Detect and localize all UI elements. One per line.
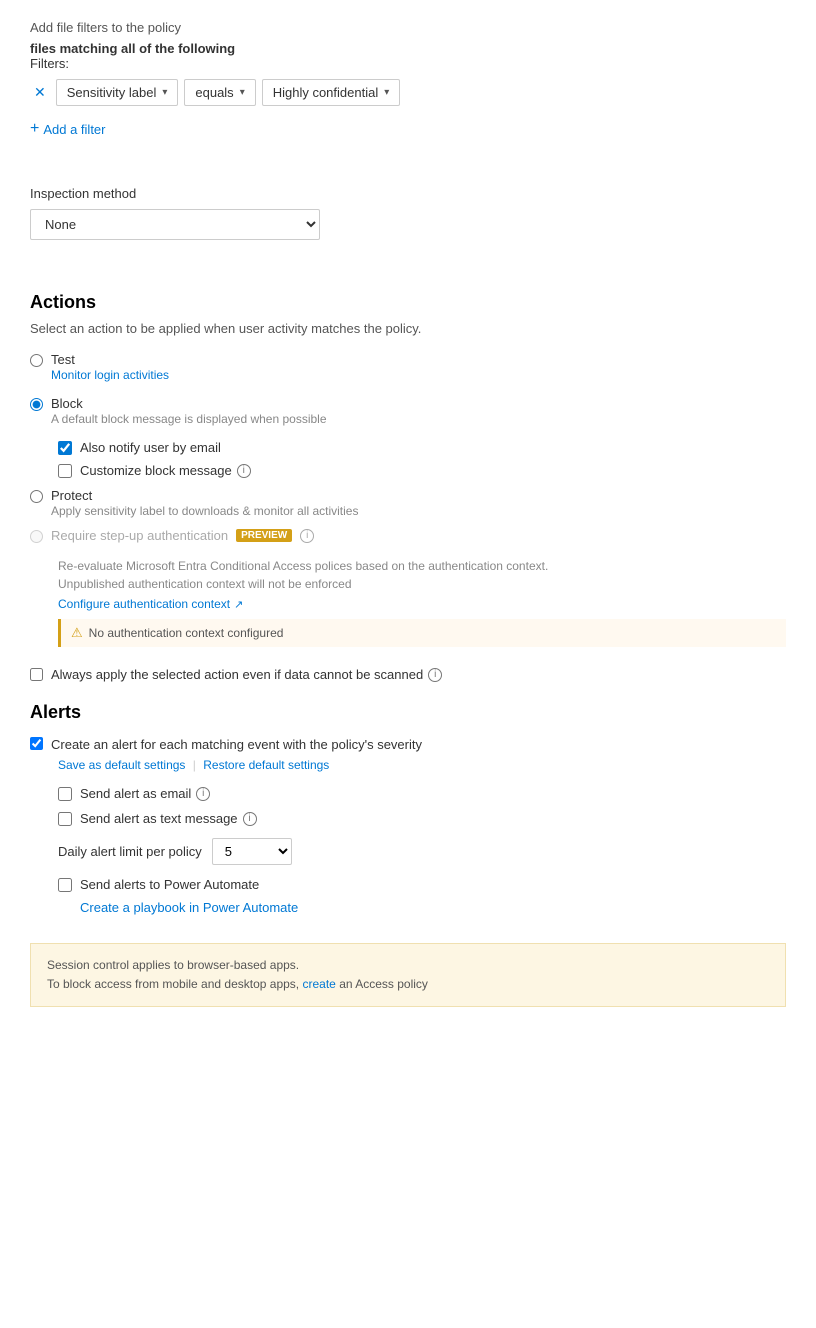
block-sublabel: A default block message is displayed whe… bbox=[51, 412, 327, 426]
create-alert-checkbox[interactable] bbox=[30, 737, 43, 750]
protect-radio[interactable] bbox=[30, 490, 43, 503]
equals-dropdown[interactable]: equals ▾ bbox=[184, 79, 255, 106]
restore-default-link[interactable]: Restore default settings bbox=[203, 758, 329, 772]
external-link-icon: ↗ bbox=[234, 598, 243, 611]
remove-filter-button[interactable]: ✕ bbox=[30, 82, 50, 103]
protect-option: Protect Apply sensitivity label to downl… bbox=[30, 488, 786, 518]
step-up-option: Require step-up authentication PREVIEW i bbox=[30, 528, 786, 543]
equals-text: equals bbox=[195, 85, 233, 100]
create-alert-row: Create an alert for each matching event … bbox=[30, 737, 786, 752]
notify-email-checkbox[interactable] bbox=[58, 441, 72, 455]
sensitivity-label-dropdown[interactable]: Sensitivity label ▾ bbox=[56, 79, 179, 106]
step-up-label[interactable]: Require step-up authentication bbox=[51, 528, 228, 543]
send-text-row: Send alert as text message i bbox=[58, 811, 786, 826]
filter-value-text: Highly confidential bbox=[273, 85, 379, 100]
test-label-group: Test Monitor login activities bbox=[51, 352, 169, 382]
block-option: Block A default block message is display… bbox=[30, 396, 786, 426]
create-access-policy-link[interactable]: create bbox=[302, 977, 335, 991]
always-apply-info-icon: i bbox=[428, 668, 442, 682]
daily-limit-select[interactable]: 5 bbox=[212, 838, 292, 865]
step-up-label-group: Require step-up authentication PREVIEW i bbox=[51, 528, 314, 543]
alert-settings-links: Save as default settings | Restore defau… bbox=[58, 758, 786, 772]
test-radio[interactable] bbox=[30, 354, 43, 367]
no-auth-context-text: No authentication context configured bbox=[89, 626, 284, 640]
customize-block-row: Customize block message i bbox=[58, 463, 786, 478]
protect-sublabel: Apply sensitivity label to downloads & m… bbox=[51, 504, 358, 518]
actions-section: Actions Select an action to be applied w… bbox=[30, 292, 786, 682]
daily-limit-label: Daily alert limit per policy bbox=[58, 844, 202, 859]
step-up-radio[interactable] bbox=[30, 530, 43, 543]
create-playbook-link[interactable]: Create a playbook in Power Automate bbox=[80, 900, 786, 915]
test-label[interactable]: Test bbox=[51, 352, 169, 367]
alerts-title: Alerts bbox=[30, 702, 786, 723]
filter-value-dropdown[interactable]: Highly confidential ▾ bbox=[262, 79, 401, 106]
customize-block-info-icon: i bbox=[237, 464, 251, 478]
session-banner: Session control applies to browser-based… bbox=[30, 943, 786, 1007]
customize-block-checkbox[interactable] bbox=[58, 464, 72, 478]
send-text-checkbox[interactable] bbox=[58, 812, 72, 826]
always-apply-checkbox[interactable] bbox=[30, 668, 43, 681]
inspection-label: Inspection method bbox=[30, 186, 786, 201]
files-matching-label: files matching all of the following bbox=[30, 41, 786, 56]
notify-email-label[interactable]: Also notify user by email bbox=[80, 440, 221, 455]
actions-title: Actions bbox=[30, 292, 786, 313]
session-banner-line2post: an Access policy bbox=[339, 977, 428, 991]
chevron-down-icon: ▾ bbox=[162, 87, 167, 98]
filter-row: ✕ Sensitivity label ▾ equals ▾ Highly co… bbox=[30, 79, 786, 106]
always-apply-row: Always apply the selected action even if… bbox=[30, 667, 786, 682]
block-label-group: Block A default block message is display… bbox=[51, 396, 327, 426]
inspection-section: Inspection method None bbox=[30, 186, 786, 240]
block-radio[interactable] bbox=[30, 398, 43, 411]
filters-label: Filters: bbox=[30, 56, 786, 71]
test-sublabel: Monitor login activities bbox=[51, 368, 169, 382]
actions-description: Select an action to be applied when user… bbox=[30, 321, 786, 336]
session-banner-line1: Session control applies to browser-based… bbox=[47, 956, 769, 975]
power-automate-checkbox[interactable] bbox=[58, 878, 72, 892]
configure-auth-link[interactable]: Configure authentication context ↗ bbox=[58, 597, 786, 611]
power-automate-label[interactable]: Send alerts to Power Automate bbox=[80, 877, 259, 892]
chevron-down-icon: ▾ bbox=[384, 87, 389, 98]
alerts-section: Alerts Create an alert for each matching… bbox=[30, 702, 786, 915]
create-alert-label[interactable]: Create an alert for each matching event … bbox=[51, 737, 422, 752]
send-email-checkbox[interactable] bbox=[58, 787, 72, 801]
inspection-method-select[interactable]: None bbox=[30, 209, 320, 240]
sensitivity-label-text: Sensitivity label bbox=[67, 85, 157, 100]
warning-icon: ⚠ bbox=[71, 625, 83, 641]
add-filter-label: Add a filter bbox=[43, 122, 105, 137]
send-email-row: Send alert as email i bbox=[58, 786, 786, 801]
block-label[interactable]: Block bbox=[51, 396, 327, 411]
session-banner-line2: To block access from mobile and desktop … bbox=[47, 975, 769, 994]
notify-email-row: Also notify user by email bbox=[58, 440, 786, 455]
preview-badge: PREVIEW bbox=[236, 529, 292, 542]
power-automate-row: Send alerts to Power Automate bbox=[58, 877, 786, 892]
plus-icon: + bbox=[30, 120, 39, 138]
step-up-description: Re-evaluate Microsoft Entra Conditional … bbox=[58, 557, 786, 593]
chevron-down-icon: ▾ bbox=[240, 87, 245, 98]
test-option: Test Monitor login activities bbox=[30, 352, 786, 382]
step-up-title-row: Require step-up authentication PREVIEW i bbox=[51, 528, 314, 543]
protect-label-group: Protect Apply sensitivity label to downl… bbox=[51, 488, 358, 518]
protect-label[interactable]: Protect bbox=[51, 488, 358, 503]
add-filter-button[interactable]: + Add a filter bbox=[30, 116, 106, 142]
pipe-separator: | bbox=[193, 758, 196, 772]
add-filters-label: Add file filters to the policy bbox=[30, 20, 786, 35]
power-automate-section: Send alerts to Power Automate Create a p… bbox=[58, 877, 786, 915]
step-up-info-icon: i bbox=[300, 529, 314, 543]
save-default-link[interactable]: Save as default settings bbox=[58, 758, 185, 772]
send-text-label[interactable]: Send alert as text message i bbox=[80, 811, 257, 826]
send-email-info-icon: i bbox=[196, 787, 210, 801]
block-sub-options: Also notify user by email Customize bloc… bbox=[58, 440, 786, 478]
always-apply-label[interactable]: Always apply the selected action even if… bbox=[51, 667, 442, 682]
send-email-label[interactable]: Send alert as email i bbox=[80, 786, 210, 801]
customize-block-label[interactable]: Customize block message i bbox=[80, 463, 251, 478]
send-text-info-icon: i bbox=[243, 812, 257, 826]
daily-limit-row: Daily alert limit per policy 5 bbox=[58, 838, 786, 865]
no-auth-context-warning: ⚠ No authentication context configured bbox=[58, 619, 786, 647]
